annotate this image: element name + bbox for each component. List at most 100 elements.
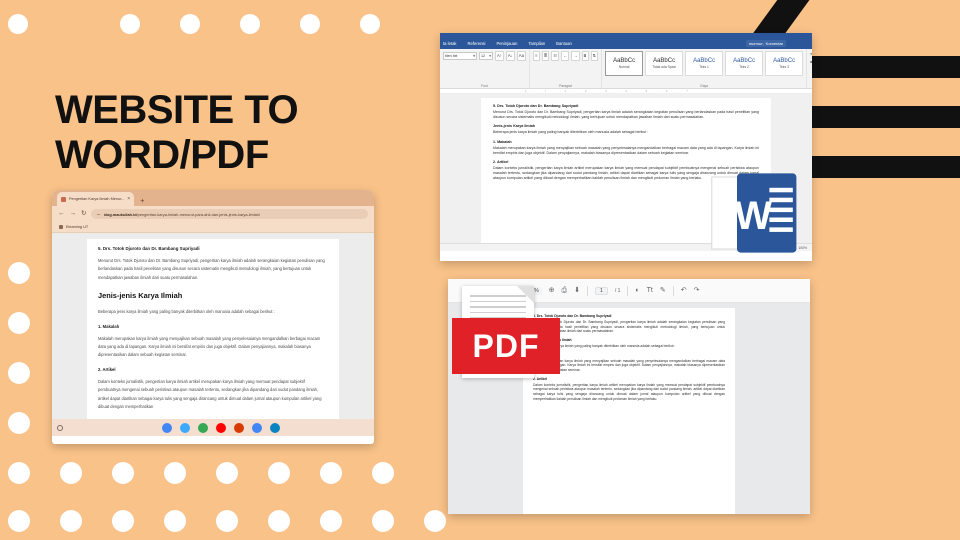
style-teks-2[interactable]: AaBbCc Teks 2 [725,51,764,76]
find-button[interactable]: ⌕ Temukan [810,51,812,56]
text-tool-icon[interactable]: Tt [647,287,653,294]
draw-tool-icon[interactable]: ✎ [660,287,666,294]
promo-graphic: WEBSITE TO WORD/PDF Pengertian Karya Ilm… [0,0,960,540]
doc-types-heading: Jenis-jenis Karya Ilmiah [493,124,536,129]
toolbar-divider [587,285,589,296]
close-tab-icon[interactable]: × [127,196,130,202]
article-item1-body: Makalah merupakan karya ilmiah yang meny… [98,335,321,358]
font-name-value: tilen Itxt [445,54,458,58]
numbered-list-button[interactable]: ≣ [541,51,550,61]
browser-toolbar: ← → ↻ ⚊ blog.maukuliah.id/pengertian-kar… [52,206,374,222]
style-normal[interactable]: AaBbCc Normal [605,51,644,76]
slides-icon[interactable] [252,422,262,433]
tab-bantuan[interactable]: Bantuan [556,41,572,46]
grow-font-button[interactable]: A↑ [495,51,504,61]
pdf-types-heading: Jenis-jenis Karya Ilmiah [533,338,572,343]
browser-tab[interactable]: Pengertian Karya Ilmiah Menur... × [57,192,135,206]
style-tidak-ada-spasi[interactable]: AaBbCc Tidak ada Spasi [645,51,684,76]
chevron-down-icon: ▾ [489,54,491,58]
doc-item1-body: Makalah merupakan karya ilmiah yang meny… [493,145,759,155]
search-icon: ⌕ [810,51,812,56]
start-circle-icon [57,424,63,431]
pdf-page-input[interactable]: 1 [595,286,608,295]
align-button[interactable]: ⌸ [581,51,589,61]
decrease-indent-button[interactable]: ← [561,51,570,61]
bullet-list-button[interactable]: ≡ [532,51,540,61]
address-bar[interactable]: ⚊ blog.maukuliah.id/pengertian-karya-ilm… [91,209,368,219]
line-spacing-button[interactable]: ⇅ [590,51,599,61]
new-tab-button[interactable]: + [140,198,144,206]
title-line-1: WEBSITE TO [55,88,299,132]
chevron-down-icon: ▾ [473,54,475,58]
address-bar-url: blog.maukuliah.id/pengertian-karya-ilmia… [104,212,261,217]
style-teks-1[interactable]: AaBbCc Teks 1 [685,51,724,76]
style-name: Normal [618,65,630,69]
change-case-button[interactable]: Aa [516,51,526,61]
ribbon-group-gaya: AaBbCc Normal AaBbCc Tidak ada Spasi AaB… [602,49,808,88]
url-domain: blog.maukuliah.id [103,211,137,217]
start-button[interactable] [52,424,68,431]
page-title: WEBSITE TO WORD/PDF [55,88,395,178]
increase-indent-button[interactable]: → [571,51,580,61]
print-icon[interactable]: ⎙ [562,287,568,294]
svg-text:W: W [735,194,773,238]
undo-icon[interactable]: ↶ [681,287,687,294]
browser-window: Pengertian Karya Ilmiah Menur... × + ← →… [52,190,374,444]
font-size-value: 12 [481,54,485,58]
style-name: Tidak ada Spasi [652,65,676,69]
word-ribbon: tilen Itxt ▾ 12 ▾ A↑ A↓ Aa Font ≡ ≣ ☷ ← … [440,49,812,89]
highlight-icon[interactable]: ◐ [635,287,639,294]
url-path: /pengertian-karya-ilmiah-menurut-para-ah… [136,211,261,217]
replace-button[interactable]: ⇄ Ganti [810,59,812,64]
style-teks-3[interactable]: AaBbCc Teks 3 [765,51,804,76]
chrome-icon[interactable] [162,422,172,433]
pdf-author-paragraph: Menurut Drs. Totok Djuroto dan Dr. Bamba… [533,320,725,334]
group-label-pengeditan: Pengeditan [810,84,813,88]
style-sample: AaBbCc [773,58,796,64]
tab-peninjauan[interactable]: Peninjauan [496,41,517,46]
os-taskbar [52,419,374,436]
tab-ta-letak[interactable]: ta letak [443,41,457,46]
edge-icon[interactable] [270,422,280,433]
office-icon[interactable] [234,422,244,433]
back-icon[interactable]: ← [58,210,65,218]
font-name-input[interactable]: tilen Itxt ▾ [443,52,477,60]
font-size-input[interactable]: 12 ▾ [479,52,493,60]
play-store-icon[interactable] [198,422,208,433]
comment-icon: murmur; [748,41,764,46]
tab-tampilan[interactable]: Tampilan [528,41,545,46]
ribbon-group-pengeditan: ⌕ Temukan ⇄ Ganti Pengeditan [807,49,812,88]
ribbon-group-paragraf: ≡ ≣ ☷ ← → ⌸ ⇅ Paragraf [530,49,603,88]
article-item2-heading: 2. Artikel [98,366,116,372]
toolbar-divider [627,285,629,296]
bookmark-item-elearning[interactable]: Elearning UT [66,225,88,229]
zoom-in-icon[interactable]: ⊕ [549,287,555,294]
doc-author-heading: 5. Drs. Totok Djuroto dan Dr. Bambang Su… [493,104,579,108]
shrink-font-button[interactable]: A↓ [505,51,515,61]
word-ribbon-tabs: ta letak Referensi Peninjauan Tampilan B… [440,38,812,49]
save-icon[interactable]: ⬇ [574,287,580,294]
multilevel-list-button[interactable]: ☷ [551,51,560,61]
pdf-badge-label: PDF [472,327,540,364]
word-logo-icon: W [711,173,797,253]
article-body: 5. Drs. Totok Djuroto dan Dr. Bambang Su… [87,239,339,436]
style-name: Teks 1 [699,65,709,69]
browser-tab-title: Pengertian Karya Ilmiah Menur... [69,197,125,201]
reload-icon[interactable]: ↻ [81,210,86,218]
tab-referensi[interactable]: Referensi [468,41,486,46]
youtube-icon[interactable] [216,422,226,433]
redo-icon[interactable]: ↷ [694,287,700,294]
doc-item1-heading: 1. Makalah [493,139,512,144]
style-sample: AaBbCc [653,58,676,64]
comment-label: Komentar [765,41,783,46]
style-sample: AaBbCc [733,58,756,64]
style-name: Teks 2 [739,65,749,69]
comment-button[interactable]: murmur; Komentar [745,40,786,47]
pdf-item1-heading: 1. Makalah [533,353,725,357]
article-item2-body: Dalam konteks jurnalistik, pengertian ka… [98,378,322,409]
pdf-author-heading: 5. Drs. Totok Djuroto dan Dr. Bambang Su… [533,314,612,318]
group-label-gaya: Gaya [700,84,709,88]
bookmarks-bar: Elearning UT [52,222,374,233]
file-explorer-icon[interactable] [180,422,190,433]
forward-icon[interactable]: → [70,210,77,218]
